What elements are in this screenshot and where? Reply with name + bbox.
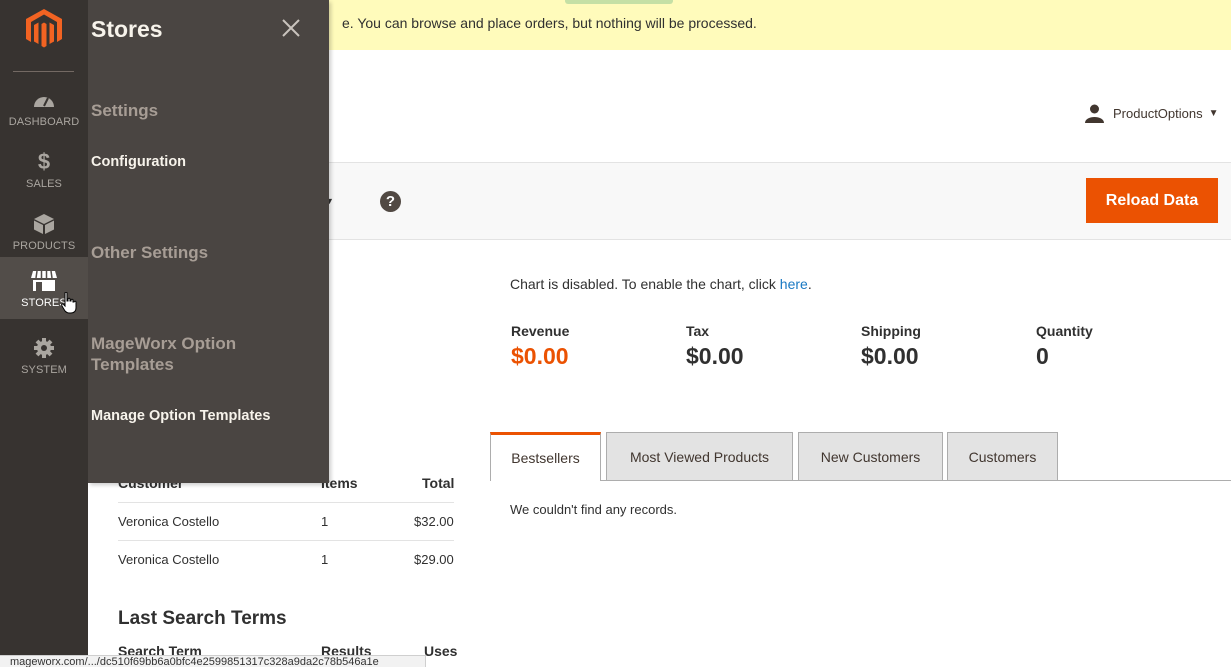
nav-item-system[interactable]: SYSTEM <box>0 330 88 392</box>
total-label: Quantity <box>1036 323 1093 339</box>
chart-message-text: Chart is disabled. To enable the chart, … <box>510 276 780 292</box>
nav-label: PRODUCTS <box>12 240 76 252</box>
total-shipping: Shipping $0.00 <box>861 323 921 370</box>
tabs-divider <box>490 480 1231 481</box>
total-value: $0.00 <box>861 343 919 369</box>
gear-icon <box>34 338 54 358</box>
enable-chart-link[interactable]: here <box>780 276 808 292</box>
order-total: $32.00 <box>414 514 454 529</box>
no-records-message: We couldn't find any records. <box>510 502 677 517</box>
tab-bestsellers[interactable]: Bestsellers <box>490 432 601 481</box>
browser-status-bar: mageworx.com/.../dc510f69bb6a0bfc4e25998… <box>0 655 426 667</box>
total-label: Shipping <box>861 323 921 339</box>
nav-item-dashboard[interactable]: DASHBOARD <box>0 82 88 144</box>
magento-logo-icon[interactable] <box>26 9 62 49</box>
last-search-terms-title: Last Search Terms <box>118 608 287 629</box>
tab-new-customers[interactable]: New Customers <box>798 432 943 480</box>
store-icon <box>31 270 57 291</box>
dashboard-icon <box>34 97 54 107</box>
tab-most-viewed-products[interactable]: Most Viewed Products <box>606 432 793 480</box>
notice-bar: e. You can browse and place orders, but … <box>329 0 1231 50</box>
nav-label: SYSTEM <box>21 364 67 376</box>
table-divider <box>118 502 454 503</box>
notice-button-edge[interactable] <box>565 0 673 4</box>
column-header-uses: Uses <box>424 643 458 659</box>
user-name: ProductOptions <box>1113 106 1203 121</box>
chart-message-suffix: . <box>807 276 812 292</box>
order-items: 1 <box>321 552 329 567</box>
help-icon[interactable]: ? <box>380 191 401 212</box>
reload-data-button[interactable]: Reload Data <box>1086 178 1218 223</box>
chevron-down-icon: ▼ <box>1208 108 1219 119</box>
pointer-cursor-icon <box>61 292 77 314</box>
total-quantity: Quantity 0 <box>1036 323 1093 370</box>
flyout-link-configuration[interactable]: Configuration <box>91 154 186 170</box>
status-url: mageworx.com/.../dc510f69bb6a0bfc4e25998… <box>10 656 379 667</box>
tab-customers[interactable]: Customers <box>947 432 1058 480</box>
flyout-title: Stores <box>91 16 163 42</box>
box-icon <box>34 214 54 234</box>
user-icon <box>1085 104 1104 123</box>
order-items: 1 <box>321 514 329 529</box>
nav-label: DASHBOARD <box>8 116 80 128</box>
total-value: 0 <box>1036 343 1049 369</box>
order-total: $29.00 <box>414 552 454 567</box>
order-customer: Veronica Costello <box>118 552 220 567</box>
total-tax: Tax $0.00 <box>686 323 744 370</box>
total-value: $0.00 <box>511 343 569 369</box>
nav-item-sales[interactable]: $ SALES <box>0 144 88 206</box>
flyout-section-settings: Settings <box>91 101 159 120</box>
stores-flyout-menu: Stores Settings Configuration Other Sett… <box>88 0 329 483</box>
user-account-menu[interactable]: ProductOptions ▼ <box>1085 104 1219 123</box>
total-label: Revenue <box>511 323 570 339</box>
order-customer: Veronica Costello <box>118 514 220 529</box>
flyout-link-manage-option-templates[interactable]: Manage Option Templates <box>91 408 270 424</box>
flyout-section-mageworx: MageWorx Option Templates <box>91 334 237 374</box>
total-label: Tax <box>686 323 710 339</box>
chart-disabled-message: Chart is disabled. To enable the chart, … <box>510 276 812 292</box>
column-header-total: Total <box>422 475 455 491</box>
table-divider <box>118 540 454 541</box>
nav-separator <box>13 71 74 72</box>
close-icon[interactable] <box>281 18 301 38</box>
total-value: $0.00 <box>686 343 744 369</box>
notice-text: e. You can browse and place orders, but … <box>342 15 757 31</box>
nav-label: SALES <box>26 178 62 190</box>
dollar-icon: $ <box>37 149 51 174</box>
admin-sidebar: DASHBOARD $ SALES PRODUCTS STORES SYSTEM <box>0 0 88 666</box>
flyout-section-other-settings: Other Settings <box>91 243 209 262</box>
total-revenue: Revenue $0.00 <box>511 323 569 370</box>
